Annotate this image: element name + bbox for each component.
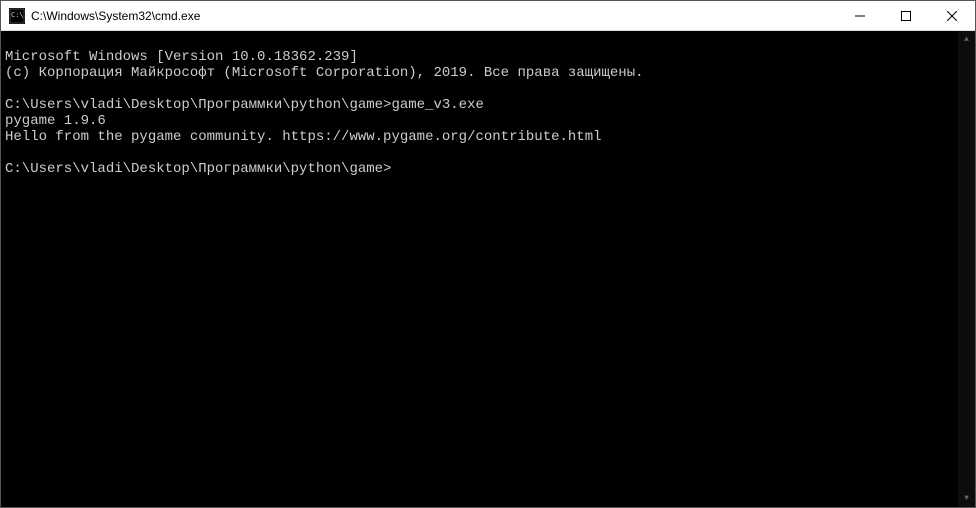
scrollbar[interactable]: ▲ ▼ [958,31,975,507]
console-prompt: C:\Users\vladi\Desktop\Программки\python… [5,161,391,177]
close-button[interactable] [929,1,975,30]
console-line-hello: Hello from the pygame community. https:/… [5,129,602,145]
window-controls [837,1,975,30]
console-line-copyright: (c) Корпорация Майкрософт (Microsoft Cor… [5,65,644,81]
maximize-button[interactable] [883,1,929,30]
window-title: C:\Windows\System32\cmd.exe [31,9,837,23]
console-area[interactable]: Microsoft Windows [Version 10.0.18362.23… [1,31,975,507]
svg-text:C:\: C:\ [11,11,24,19]
scroll-up-button[interactable]: ▲ [958,31,975,48]
cmd-window: C:\ C:\Windows\System32\cmd.exe Microsof… [0,0,976,508]
console-line-version: Microsoft Windows [Version 10.0.18362.23… [5,49,358,65]
scroll-down-button[interactable]: ▼ [958,490,975,507]
minimize-button[interactable] [837,1,883,30]
cmd-icon: C:\ [9,8,25,24]
console-prompt: C:\Users\vladi\Desktop\Программки\python… [5,97,391,113]
console-command: game_v3.exe [391,97,483,113]
title-bar[interactable]: C:\ C:\Windows\System32\cmd.exe [1,1,975,31]
console-line-pygame: pygame 1.9.6 [5,113,106,129]
scroll-track[interactable] [958,48,975,490]
